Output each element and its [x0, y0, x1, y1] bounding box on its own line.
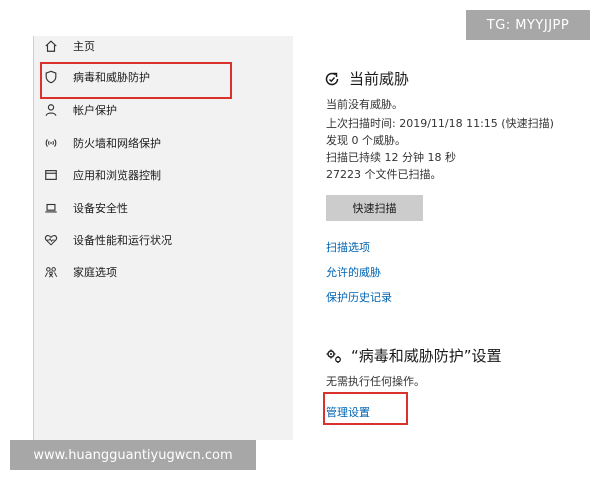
allowed-threats-link[interactable]: 允许的威胁 [326, 264, 381, 280]
manage-settings-link[interactable]: 管理设置 [326, 404, 370, 420]
sidebar-nav: 主页 病毒和威胁防护 帐户保护 防火墙和网络保护 应用和浏览器控制 设备安全性 [33, 36, 294, 440]
settings-heading: “病毒和威胁防护”设置 [325, 345, 502, 366]
sidebar-item-label: 防火墙和网络保护 [73, 137, 161, 150]
current-threats-title: 当前威胁 [349, 70, 410, 88]
last-scan-text: 上次扫描时间: 2019/11/18 11:15 (快速扫描) [326, 117, 554, 130]
wifi-icon [43, 135, 59, 151]
refresh-shield-icon [325, 72, 339, 85]
url-watermark: www.huangguantiyugwcn.com [10, 440, 256, 470]
quick-scan-button[interactable]: 快速扫描 [326, 195, 423, 221]
sidebar-item-label: 病毒和威胁防护 [73, 71, 150, 84]
family-icon [43, 264, 59, 280]
sidebar-item-firewall[interactable]: 防火墙和网络保护 [34, 130, 294, 156]
settings-title: “病毒和威胁防护”设置 [351, 347, 502, 365]
sidebar-item-home[interactable]: 主页 [34, 33, 294, 59]
gear-icon [326, 349, 341, 363]
sidebar-item-label: 帐户保护 [73, 104, 117, 117]
scan-options-link[interactable]: 扫描选项 [326, 239, 370, 255]
sidebar-item-label: 应用和浏览器控制 [73, 169, 161, 182]
sidebar-item-app-browser-control[interactable]: 应用和浏览器控制 [34, 162, 294, 188]
sidebar-item-device-security[interactable]: 设备安全性 [34, 195, 294, 221]
sidebar-item-label: 设备安全性 [73, 202, 128, 215]
person-icon [43, 102, 59, 118]
shield-icon [43, 69, 59, 85]
current-threats-heading: 当前威胁 [323, 68, 409, 89]
tg-watermark: TG: MYYJJPP [466, 10, 590, 40]
scan-duration-text: 扫描已持续 12 分钟 18 秒 [326, 151, 456, 164]
laptop-icon [43, 200, 59, 216]
sidebar-item-family-options[interactable]: 家庭选项 [34, 259, 294, 285]
window-icon [43, 167, 59, 183]
protection-history-link[interactable]: 保护历史记录 [326, 289, 392, 305]
threats-found-text: 发现 0 个威胁。 [326, 134, 406, 147]
main-panel: 当前威胁 当前没有威胁。 上次扫描时间: 2019/11/18 11:15 (快… [293, 36, 600, 440]
no-threats-text: 当前没有威胁。 [326, 98, 403, 111]
sidebar-item-device-performance[interactable]: 设备性能和运行状况 [34, 227, 294, 253]
no-action-text: 无需执行任何操作。 [326, 375, 425, 388]
heart-icon [43, 232, 59, 248]
home-icon [43, 38, 59, 54]
sidebar-item-virus-protection[interactable]: 病毒和威胁防护 [34, 64, 294, 90]
files-scanned-text: 27223 个文件已扫描。 [326, 168, 442, 181]
sidebar-item-label: 设备性能和运行状况 [73, 234, 172, 247]
sidebar-item-label: 主页 [73, 40, 95, 53]
sidebar-item-account-protection[interactable]: 帐户保护 [34, 97, 294, 123]
sidebar-item-label: 家庭选项 [73, 266, 117, 279]
